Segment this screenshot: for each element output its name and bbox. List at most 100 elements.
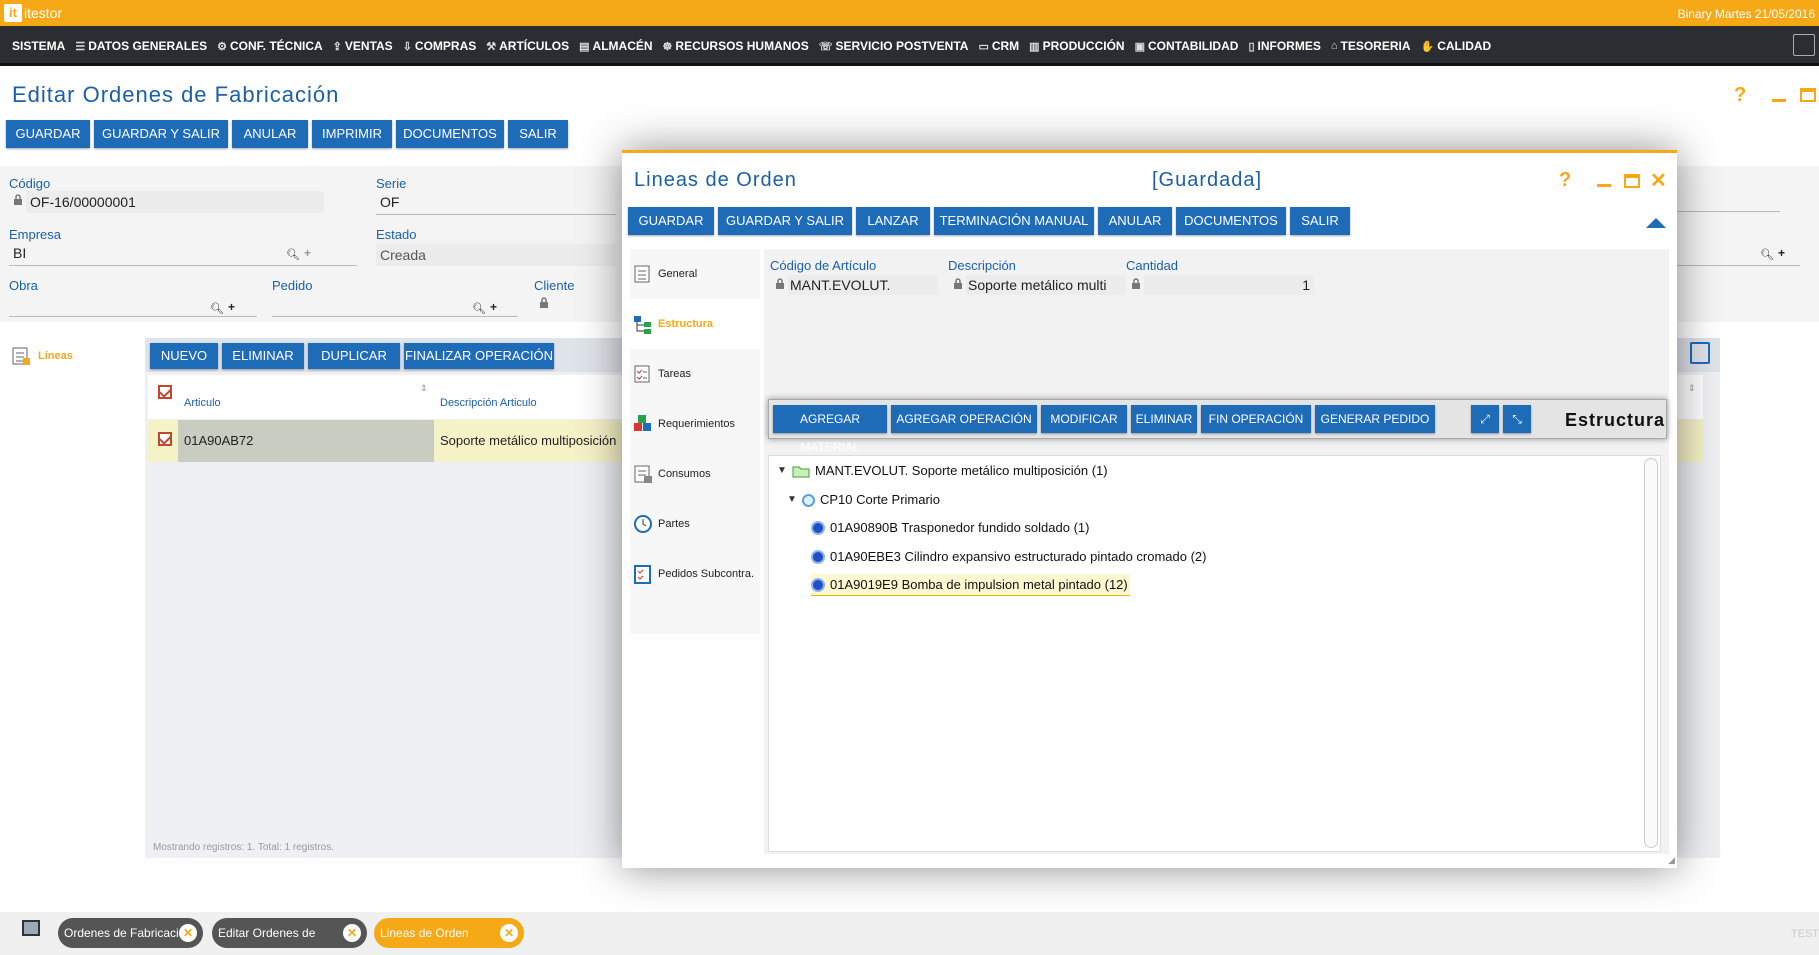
task-tab-lineas[interactable]: Lineas de Orden ✕ bbox=[374, 918, 524, 948]
search-icon[interactable]: 🔍︎ bbox=[472, 302, 486, 315]
void-button[interactable]: ANULAR bbox=[232, 120, 308, 148]
close-icon[interactable]: ✕ bbox=[343, 924, 361, 942]
task-tab-ordenes[interactable]: Ordenes de Fabricación ✕ bbox=[58, 918, 203, 948]
search-icon[interactable]: 🔍︎ bbox=[1760, 248, 1774, 261]
documents-button[interactable]: DOCUMENTOS bbox=[1176, 207, 1286, 235]
collapse-icon[interactable] bbox=[1646, 218, 1666, 228]
add-icon[interactable]: + bbox=[304, 246, 311, 260]
menu-item-7[interactable]: ☸ RECURSOS HUMANOS bbox=[663, 39, 809, 53]
serie-field[interactable]: OF bbox=[376, 191, 616, 213]
tree-node-root[interactable]: ▼ MANT.EVOLUT. Soporte metálico multipos… bbox=[777, 460, 1108, 482]
cantidad-field: 1 bbox=[1144, 275, 1314, 295]
menu-item-4[interactable]: ⇩ COMPRAS bbox=[403, 39, 477, 53]
print-button[interactable]: IMPRIMIR bbox=[312, 120, 392, 148]
help-icon[interactable]: ? bbox=[1734, 84, 1746, 107]
delete-button[interactable]: ELIMINAR bbox=[1131, 405, 1197, 433]
close-icon[interactable]: ✕ bbox=[500, 924, 518, 942]
row-checkbox[interactable] bbox=[158, 432, 172, 446]
menu-item-1[interactable]: ☰ DATOS GENERALES bbox=[75, 39, 207, 53]
sidebar-item-pedidos-subcontra[interactable]: Pedidos Subcontra. bbox=[630, 549, 760, 599]
menu-item-6[interactable]: ▤ ALMACÉN bbox=[579, 39, 652, 53]
finish-operation-button[interactable]: FIN OPERACIÓN bbox=[1201, 405, 1311, 433]
manual-finish-button[interactable]: TERMINACIÓN MANUAL bbox=[934, 207, 1094, 235]
close-icon[interactable]: ✕ bbox=[179, 924, 197, 942]
add-icon[interactable]: + bbox=[490, 300, 497, 314]
cell-articulo: 01A90AB72 bbox=[184, 433, 254, 448]
void-button[interactable]: ANULAR bbox=[1098, 207, 1172, 235]
delete-line-button[interactable]: ELIMINAR bbox=[222, 343, 304, 369]
add-material-button[interactable]: AGREGAR MATERIAL bbox=[773, 405, 887, 454]
menu-item-11[interactable]: ▣ CONTABILIDAD bbox=[1135, 39, 1239, 53]
sidebar-item-partes[interactable]: Partes bbox=[630, 499, 760, 549]
search-icon[interactable]: 🔍︎ bbox=[286, 248, 300, 261]
help-icon[interactable]: ? bbox=[1559, 169, 1571, 192]
expand-icon[interactable]: ⤢ bbox=[1471, 405, 1499, 433]
add-icon[interactable]: + bbox=[228, 300, 235, 314]
menu-item-0[interactable]: SISTEMA bbox=[12, 39, 65, 53]
collapse-arrow-icon[interactable]: ▼ bbox=[787, 489, 797, 511]
menu-item-3[interactable]: ⇪ VENTAS bbox=[333, 39, 393, 53]
minimize-icon[interactable] bbox=[1772, 88, 1786, 102]
documents-button[interactable]: DOCUMENTOS bbox=[396, 120, 504, 148]
dialog-sidebar: General Estructura Tareas Requerimientos… bbox=[630, 249, 760, 634]
desktop-icon[interactable] bbox=[22, 920, 40, 936]
sidebar-item-estructura[interactable]: Estructura bbox=[630, 299, 760, 349]
sidebar-item-requerimientos[interactable]: Requerimientos bbox=[630, 399, 760, 449]
export-icon[interactable] bbox=[1690, 342, 1710, 364]
sidebar-item-lineas[interactable]: Líneas bbox=[10, 345, 73, 367]
save-and-exit-button[interactable]: GUARDAR Y SALIR bbox=[94, 120, 228, 148]
empresa-field[interactable]: BI bbox=[9, 242, 279, 264]
tree-node-material[interactable]: 01A90EBE3 Cilindro expansivo estructurad… bbox=[811, 546, 1207, 568]
menu-item-13[interactable]: ⌂ TESORERIA bbox=[1331, 39, 1411, 53]
save-button[interactable]: GUARDAR bbox=[628, 207, 714, 235]
tree-scrollbar[interactable] bbox=[1644, 458, 1658, 848]
sort-icon[interactable]: ⇕ bbox=[1688, 383, 1696, 394]
sort-icon[interactable]: ⇕ bbox=[420, 383, 428, 394]
exit-button[interactable]: SALIR bbox=[1290, 207, 1350, 235]
menu-item-9[interactable]: ▭ CRM bbox=[978, 39, 1019, 53]
tree-node-operation[interactable]: ▼ CP10 Corte Primario bbox=[787, 489, 940, 511]
sidebar-item-tareas[interactable]: Tareas bbox=[630, 349, 760, 399]
menu-item-label: SISTEMA bbox=[12, 39, 66, 53]
menu-item-label: CONF. TÉCNICA bbox=[230, 39, 323, 53]
column-descripcion[interactable]: Descripción Articulo bbox=[440, 397, 537, 409]
menu-item-10[interactable]: ▥ PRODUCCIÓN bbox=[1029, 39, 1124, 53]
menu-item-2[interactable]: ⚙ CONF. TÉCNICA bbox=[217, 39, 323, 53]
duplicate-line-button[interactable]: DUPLICAR bbox=[308, 343, 400, 369]
select-all-checkbox[interactable] bbox=[158, 385, 172, 399]
column-articulo[interactable]: Articulo bbox=[184, 397, 221, 409]
generate-order-button[interactable]: GENERAR PEDIDO bbox=[1315, 405, 1435, 433]
new-line-button[interactable]: NUEVO bbox=[150, 343, 218, 369]
exit-button[interactable]: SALIR bbox=[508, 120, 568, 148]
save-button[interactable]: GUARDAR bbox=[6, 120, 90, 148]
sidebar-item-consumos[interactable]: Consumos bbox=[630, 449, 760, 499]
finish-operation-button[interactable]: FINALIZAR OPERACIÓN bbox=[404, 343, 554, 369]
tree-node-material[interactable]: 01A90890B Trasponedor fundido soldado (1… bbox=[811, 517, 1089, 539]
menu-item-8[interactable]: ☏ SERVICIO POSTVENTA bbox=[819, 39, 969, 53]
add-operation-button[interactable]: AGREGAR OPERACIÓN bbox=[891, 405, 1037, 433]
minimize-icon[interactable] bbox=[1597, 177, 1611, 187]
menu-icon: ☸ bbox=[662, 40, 673, 53]
add-icon[interactable]: + bbox=[1778, 246, 1785, 260]
menu-toggle-icon[interactable] bbox=[1793, 34, 1815, 56]
task-tab-editar[interactable]: Editar Ordenes de ✕ bbox=[212, 918, 367, 948]
menu-icon: ▭ bbox=[978, 40, 989, 53]
resize-grip-icon[interactable]: ◢ bbox=[1668, 855, 1675, 866]
menu-icon: ⇩ bbox=[402, 40, 412, 53]
maximize-icon[interactable] bbox=[1624, 174, 1640, 188]
menu-item-14[interactable]: ✋ CALIDAD bbox=[1421, 39, 1492, 53]
maximize-icon[interactable] bbox=[1800, 88, 1816, 102]
collapse-arrow-icon[interactable]: ▼ bbox=[777, 460, 787, 482]
sidebar-item-general[interactable]: General bbox=[630, 249, 760, 299]
menu-item-12[interactable]: ▯ INFORMES bbox=[1248, 39, 1320, 53]
sidebar-item-label: General bbox=[658, 268, 698, 280]
menu-item-5[interactable]: ⚒ ARTÍCULOS bbox=[486, 39, 569, 53]
modify-button[interactable]: MODIFICAR bbox=[1041, 405, 1127, 433]
close-icon[interactable]: ✕ bbox=[1650, 168, 1667, 193]
launch-button[interactable]: LANZAR bbox=[856, 207, 930, 235]
search-icon[interactable]: 🔍︎ bbox=[210, 302, 224, 315]
tree-node-material[interactable]: 01A9019E9 Bomba de impulsion metal pinta… bbox=[811, 574, 1130, 596]
save-and-exit-button[interactable]: GUARDAR Y SALIR bbox=[718, 207, 852, 235]
compress-icon[interactable]: ⤡ bbox=[1503, 405, 1531, 433]
material-icon bbox=[811, 550, 825, 564]
